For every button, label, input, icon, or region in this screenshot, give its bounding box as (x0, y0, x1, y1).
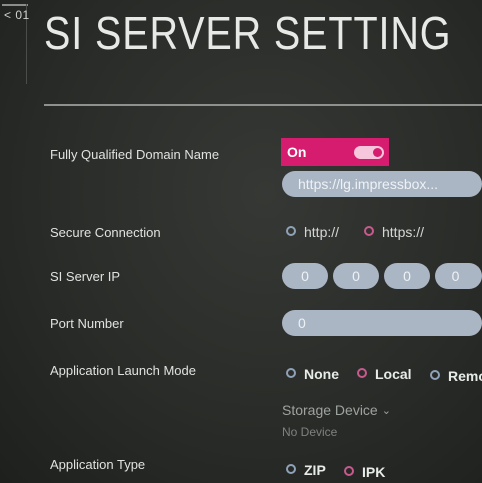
storage-device-value: No Device (282, 425, 338, 439)
port-number-field[interactable]: 0 (282, 310, 482, 336)
ip-octet-2[interactable]: 0 (333, 263, 379, 289)
radio-dot-icon (364, 226, 374, 236)
page-title: SI SERVER SETTING (44, 7, 452, 59)
fqdn-toggle[interactable]: On (281, 138, 389, 166)
radio-local[interactable]: Local (357, 366, 412, 382)
radio-http[interactable]: http:// (286, 224, 339, 240)
radio-http-label: http:// (304, 224, 340, 240)
radio-dot-icon (344, 466, 354, 476)
radio-zip-label: ZIP (304, 462, 326, 478)
back-indicator-line (2, 4, 28, 6)
fqdn-toggle-label: On (287, 144, 307, 160)
fqdn-label: Fully Qualified Domain Name (50, 147, 220, 162)
radio-dot-icon (286, 226, 296, 236)
ip-octet-4[interactable]: 0 (435, 263, 482, 289)
radio-ipk-label: IPK (362, 464, 386, 480)
fqdn-url-field[interactable]: https://lg.impressbox... (282, 171, 482, 197)
server-ip-label: SI Server IP (50, 269, 121, 284)
back-button[interactable]: < 01 (4, 8, 30, 22)
title-divider (44, 104, 482, 106)
application-type-label: Application Type (50, 457, 146, 472)
toggle-switch-icon (354, 146, 384, 159)
ip-octet-3[interactable]: 0 (384, 263, 430, 289)
storage-device-dropdown[interactable]: Storage Device ⌄ (282, 402, 391, 418)
radio-https[interactable]: https:// (364, 224, 424, 240)
radio-ipk[interactable]: IPK (344, 464, 385, 480)
radio-local-label: Local (375, 366, 412, 382)
radio-none-label: None (304, 366, 339, 382)
radio-https-label: https:// (382, 224, 425, 240)
radio-zip[interactable]: ZIP (286, 462, 326, 478)
radio-dot-icon (286, 464, 296, 474)
chevron-down-icon: ⌄ (381, 405, 391, 417)
radio-dot-icon (430, 370, 440, 380)
secure-connection-label: Secure Connection (50, 225, 161, 240)
radio-remote-label: Remo (448, 368, 482, 384)
toggle-knob (373, 148, 382, 157)
radio-dot-icon (286, 368, 296, 378)
radio-remote[interactable]: Remo (430, 368, 482, 384)
storage-device-label: Storage Device (282, 402, 378, 418)
radio-dot-icon (357, 368, 367, 378)
launch-mode-label: Application Launch Mode (50, 363, 196, 378)
ip-octet-1[interactable]: 0 (282, 263, 328, 289)
radio-none[interactable]: None (286, 366, 339, 382)
si-server-setting-screen: < 01 SI SERVER SETTING Fully Qualified D… (0, 0, 482, 483)
port-number-label: Port Number (50, 316, 124, 331)
